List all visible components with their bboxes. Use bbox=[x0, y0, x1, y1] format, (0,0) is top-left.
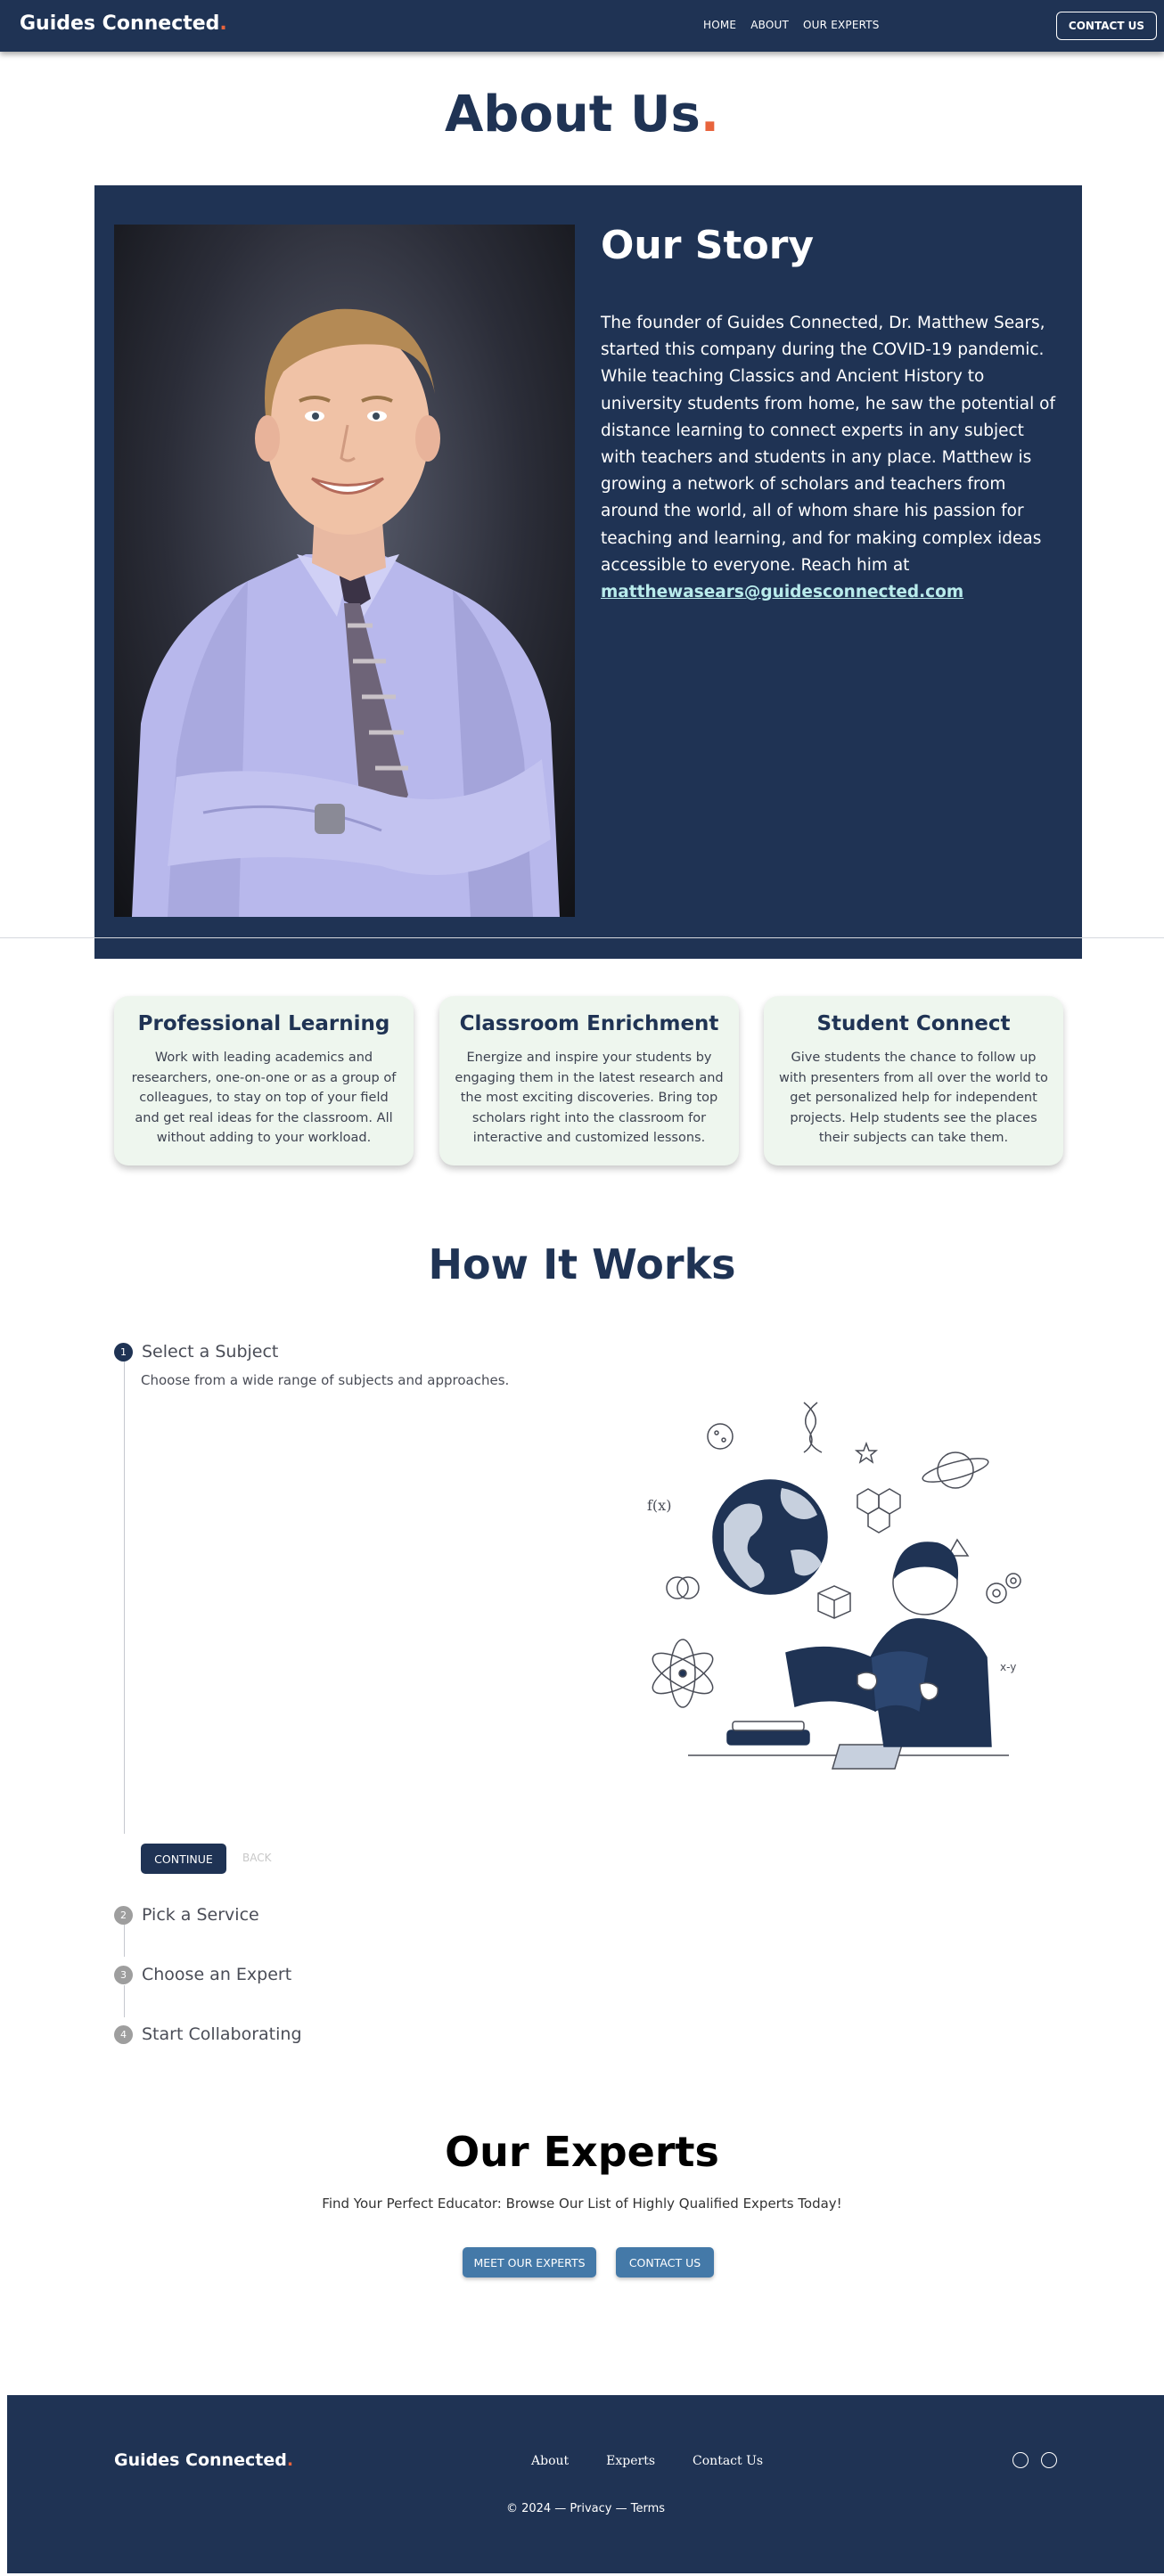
footer-links: About Experts Contact Us bbox=[531, 2454, 763, 2468]
feature-card-text: Work with leading academics and research… bbox=[131, 1051, 397, 1145]
brand-name: Guides Connected bbox=[20, 12, 220, 35]
social-circle-icon[interactable] bbox=[1012, 2452, 1029, 2468]
feature-card-text: Give students the chance to follow up wi… bbox=[779, 1051, 1048, 1145]
step-label: Select a Subject bbox=[142, 1342, 279, 1362]
footer-link-experts[interactable]: Experts bbox=[606, 2454, 655, 2468]
step-number: 3 bbox=[114, 1965, 133, 1984]
founder-portrait-illustration bbox=[132, 308, 560, 917]
step-start-collaborating[interactable]: 4 Start Collaborating bbox=[114, 2024, 302, 2044]
footer-link-contact-us[interactable]: Contact Us bbox=[693, 2454, 763, 2468]
our-experts-subtitle: Find Your Perfect Educator: Browse Our L… bbox=[322, 2196, 842, 2212]
nav-link-about[interactable]: ABOUT bbox=[750, 19, 789, 31]
brand-dot: . bbox=[219, 12, 227, 35]
section-divider bbox=[0, 937, 1164, 938]
step-pick-service[interactable]: 2 Pick a Service bbox=[114, 1905, 259, 1925]
feature-card-title: Professional Learning bbox=[137, 1012, 390, 1035]
feature-card-title: Student Connect bbox=[816, 1012, 1011, 1035]
navbar: Guides Connected. HOME ABOUT OUR EXPERTS… bbox=[0, 0, 1164, 52]
founder-photo bbox=[114, 225, 575, 917]
stepper-connector bbox=[124, 1985, 125, 2017]
our-experts-heading: Our Experts bbox=[445, 2128, 719, 2176]
page-title-dot: . bbox=[700, 86, 720, 143]
copyright-text: © 2024 — Privacy — Terms bbox=[505, 2502, 666, 2515]
page-title: About Us. bbox=[0, 86, 1164, 143]
social-circle-icon[interactable] bbox=[1041, 2452, 1057, 2468]
illustration-math-label: x-y bbox=[1000, 1661, 1016, 1673]
step-number: 4 bbox=[114, 2024, 133, 2044]
back-button[interactable]: BACK bbox=[242, 1852, 271, 1864]
step-number: 1 bbox=[114, 1342, 133, 1362]
our-story-heading: Our Story bbox=[601, 223, 815, 268]
illustration-math-label: f(x) bbox=[647, 1497, 671, 1514]
nav-link-home[interactable]: HOME bbox=[703, 19, 736, 31]
step-label: Choose an Expert bbox=[142, 1965, 292, 1984]
step-number: 2 bbox=[114, 1905, 133, 1925]
feature-card-professional-learning: Professional Learning Work with leading … bbox=[114, 996, 414, 1165]
our-story-text: The founder of Guides Connected, Dr. Mat… bbox=[601, 310, 1064, 606]
step-select-subject[interactable]: 1 Select a Subject bbox=[114, 1342, 278, 1362]
feature-card-text: Energize and inspire your students by en… bbox=[455, 1051, 724, 1145]
meet-our-experts-button[interactable]: MEET OUR EXPERTS bbox=[463, 2247, 596, 2278]
footer-brand[interactable]: Guides Connected. bbox=[114, 2450, 293, 2470]
our-story-section: Our Story The founder of Guides Connecte… bbox=[94, 185, 1082, 959]
continue-button[interactable]: CONTINUE bbox=[141, 1844, 226, 1874]
contact-us-button[interactable]: CONTACT US bbox=[1056, 12, 1157, 40]
our-story-body: The founder of Guides Connected, Dr. Mat… bbox=[601, 314, 1055, 575]
footer-link-about[interactable]: About bbox=[531, 2454, 569, 2468]
how-it-works-heading: How It Works bbox=[428, 1240, 736, 1288]
brand-logo[interactable]: Guides Connected. bbox=[20, 12, 227, 35]
page-title-text: About Us bbox=[444, 86, 701, 143]
feature-card-student-connect: Student Connect Give students the chance… bbox=[764, 996, 1063, 1165]
step-label: Pick a Service bbox=[142, 1905, 259, 1925]
founder-email-link[interactable]: matthewasears@guidesconnected.com bbox=[601, 583, 963, 601]
feature-card-classroom-enrichment: Classroom Enrichment Energize and inspir… bbox=[439, 996, 739, 1165]
step-description: Choose from a wide range of subjects and… bbox=[141, 1372, 510, 1388]
feature-card-title: Classroom Enrichment bbox=[459, 1012, 719, 1035]
footer-brand-dot: . bbox=[286, 2450, 294, 2470]
footer-brand-name: Guides Connected bbox=[114, 2450, 287, 2470]
stepper-connector bbox=[124, 1362, 125, 1834]
nav-link-our-experts[interactable]: OUR EXPERTS bbox=[803, 19, 880, 31]
student-reading-illustration: x-y f(x) bbox=[647, 1402, 1021, 1770]
page: Guides Connected. HOME ABOUT OUR EXPERTS… bbox=[0, 0, 1164, 2576]
footer: Guides Connected. About Experts Contact … bbox=[7, 2395, 1164, 2573]
stepper-connector bbox=[124, 1925, 125, 1957]
contact-us-button-secondary[interactable]: CONTACT US bbox=[616, 2247, 714, 2278]
step-label: Start Collaborating bbox=[142, 2024, 302, 2044]
step-choose-expert[interactable]: 3 Choose an Expert bbox=[114, 1965, 291, 1984]
nav-links: HOME ABOUT OUR EXPERTS bbox=[703, 19, 880, 31]
